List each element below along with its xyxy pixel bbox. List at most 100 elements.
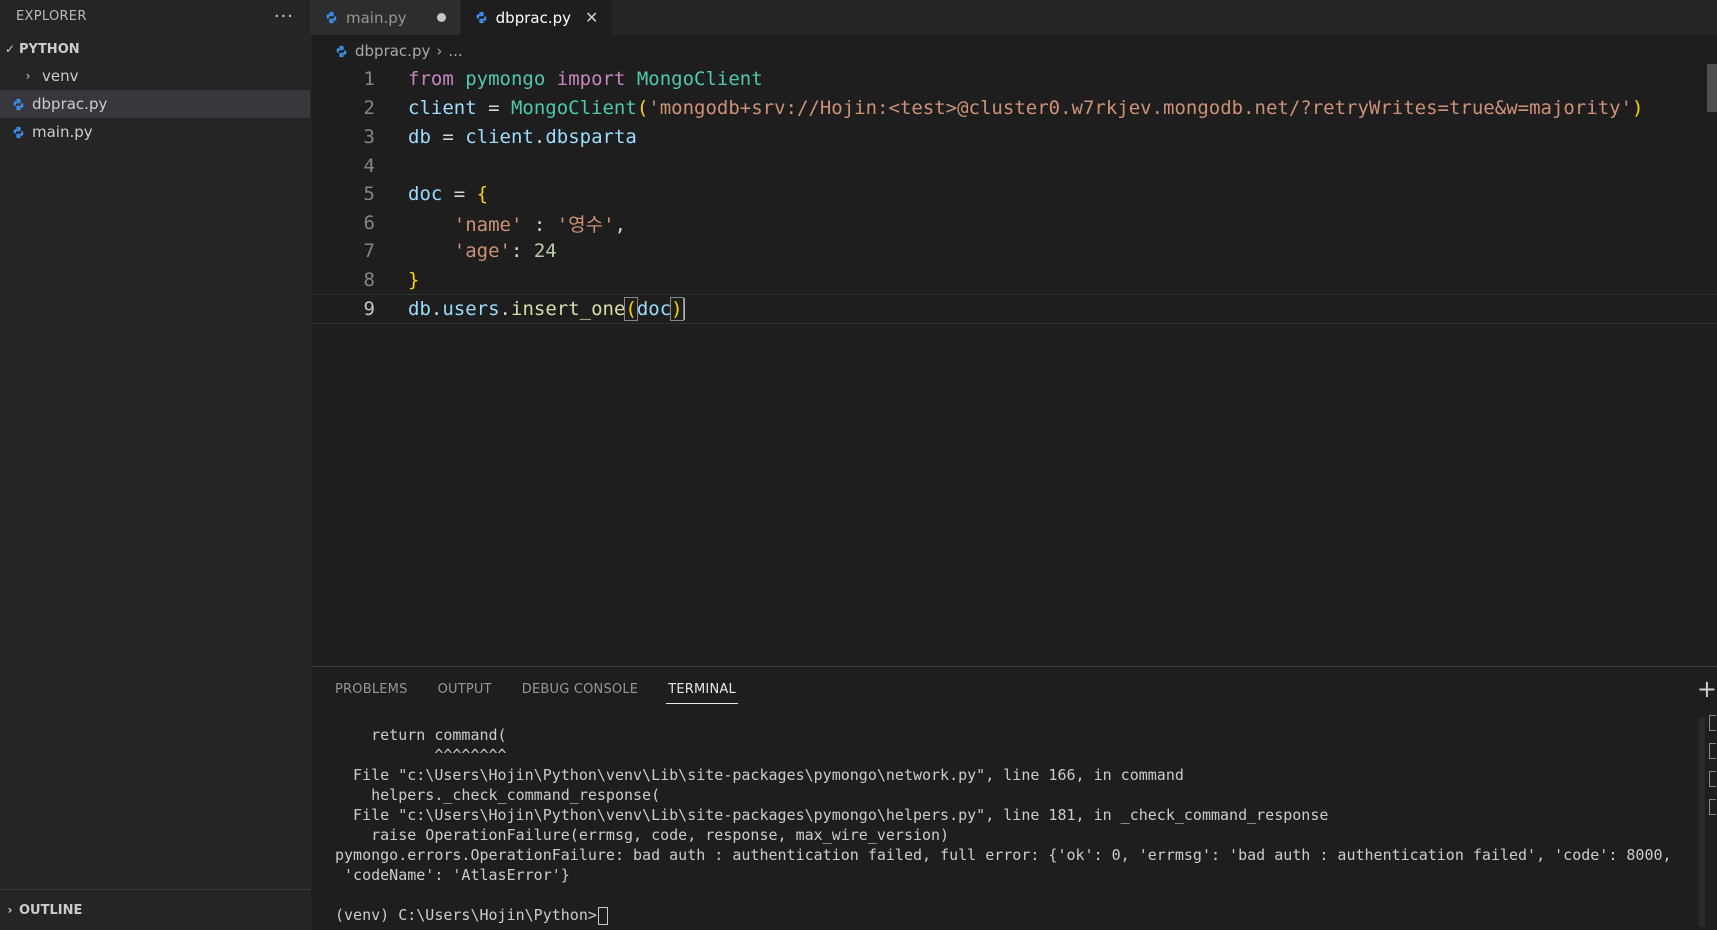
ellipsis-icon[interactable]: ···: [274, 6, 294, 27]
code-token: from: [408, 68, 454, 90]
terminal-list: [1709, 715, 1717, 827]
code-token: .: [430, 297, 443, 320]
chevron-right-icon: ›: [7, 903, 13, 917]
tree-item-dbprac[interactable]: dbprac.py: [0, 90, 310, 118]
terminal-instance-icon[interactable]: [1709, 715, 1716, 731]
code-token: client: [408, 97, 477, 119]
python-file-icon: [336, 45, 347, 57]
tab-debug-console[interactable]: DEBUG CONSOLE: [522, 667, 638, 712]
code-token: ,: [614, 213, 627, 236]
editor-tabs: main.py dbprac.py ✕: [311, 0, 1717, 35]
explorer-title: EXPLORER: [16, 8, 87, 24]
line-number: 9: [363, 298, 375, 320]
close-icon[interactable]: ✕: [585, 8, 598, 27]
code-line-current: 9 db.users.insert_one(doc): [311, 294, 1717, 324]
line-number: 8: [363, 269, 375, 291]
tree-item-venv[interactable]: › venv: [0, 62, 310, 90]
code-token: :: [522, 213, 557, 236]
bottom-panel: PROBLEMS OUTPUT DEBUG CONSOLE TERMINAL +…: [311, 666, 1717, 930]
explorer-sidebar: EXPLORER ··· ✓ PYTHON › venv dbprac.py m…: [0, 0, 314, 930]
code-token: ): [670, 296, 684, 321]
tab-output[interactable]: OUTPUT: [438, 667, 492, 712]
terminal-output[interactable]: return command( ^^^^^^^^ File "c:\Users\…: [335, 725, 1677, 925]
line-number: 2: [363, 97, 375, 119]
code-line: 4: [311, 152, 1717, 180]
terminal-prompt: (venv) C:\Users\Hojin\Python>: [335, 906, 597, 924]
terminal-line: raise OperationFailure(errmsg, code, res…: [335, 826, 950, 844]
terminal-line: File "c:\Users\Hojin\Python\venv\Lib\sit…: [335, 806, 1329, 824]
code-token: =: [476, 97, 511, 119]
code-token: MongoClient: [510, 97, 637, 119]
tree-item-label: dbprac.py: [32, 95, 108, 113]
panel-tabs: PROBLEMS OUTPUT DEBUG CONSOLE TERMINAL: [311, 667, 1717, 712]
tab-dbprac-py[interactable]: dbprac.py ✕: [460, 0, 614, 35]
tab-label: dbprac.py: [495, 8, 571, 27]
code-line: 2 client = MongoClient('mongodb+srv://Ho…: [311, 94, 1717, 122]
terminal-line: ​: [335, 885, 1677, 905]
terminal-line: pymongo.errors.OperationFailure: bad aut…: [335, 846, 1672, 864]
code-line: 8 }: [311, 266, 1717, 294]
tab-main-py[interactable]: main.py: [311, 0, 461, 35]
python-file-icon: [13, 126, 24, 138]
code-token: =: [430, 126, 466, 148]
folder-section-python[interactable]: ✓ PYTHON: [0, 36, 310, 62]
line-number: 4: [363, 155, 375, 177]
tab-terminal[interactable]: TERMINAL: [666, 667, 738, 712]
code-token: MongoClient: [636, 68, 763, 90]
terminal-scrollbar[interactable]: [1699, 717, 1705, 927]
chevron-right-icon: ›: [436, 42, 443, 60]
editor-scrollbar[interactable]: [1707, 64, 1717, 112]
code-token: insert_one: [511, 297, 626, 320]
terminal-line: File "c:\Users\Hojin\Python\venv\Lib\sit…: [335, 766, 1184, 784]
unsaved-dot-icon[interactable]: [436, 13, 446, 22]
code-editor[interactable]: 1 from pymongo import MongoClient 2 clie…: [311, 64, 1717, 664]
outline-label: OUTLINE: [19, 902, 83, 918]
terminal-line: ^^^^^^^^: [335, 746, 507, 764]
code-line: 1 from pymongo import MongoClient: [311, 65, 1717, 93]
code-token: =: [442, 183, 477, 205]
code-token: pymongo: [465, 68, 546, 90]
code-token: .: [533, 126, 546, 148]
code-token: '영수': [556, 213, 615, 236]
code-line: 5 doc = {: [311, 180, 1717, 208]
terminal-prompt-line: (venv) C:\Users\Hojin\Python>: [335, 905, 1677, 925]
code-token: doc: [408, 183, 443, 205]
code-token: :: [510, 240, 534, 262]
line-number: 6: [363, 212, 375, 234]
code-line: 6 'name' : '영수',: [311, 209, 1717, 237]
code-token: client: [465, 126, 534, 148]
tree-item-main[interactable]: main.py: [0, 118, 310, 146]
code-token: 'name': [453, 213, 523, 236]
python-file-icon: [13, 98, 24, 110]
code-token: ): [1632, 97, 1644, 119]
terminal-instance-icon[interactable]: [1709, 771, 1716, 787]
outline-section[interactable]: › OUTLINE: [0, 889, 314, 930]
section-label: PYTHON: [19, 41, 80, 57]
terminal-line: 'codeName': 'AtlasError'}: [335, 866, 570, 884]
plus-icon[interactable]: +: [1697, 675, 1717, 703]
terminal-line: return command(: [335, 726, 507, 744]
code-token: import: [556, 68, 626, 90]
code-token: 'mongodb+srv://Hojin:<test>@cluster0.w7r…: [648, 97, 1633, 119]
line-number: 5: [363, 183, 375, 205]
code-token: (: [636, 97, 649, 119]
code-token: .: [499, 297, 511, 320]
python-file-icon: [326, 11, 337, 24]
code-token: 'age': [453, 240, 511, 262]
tree-item-label: venv: [42, 67, 79, 85]
tab-problems[interactable]: PROBLEMS: [335, 667, 408, 712]
code-line: 7 'age': 24: [311, 237, 1717, 265]
line-number: 1: [363, 68, 375, 90]
code-token: dbsparta: [545, 126, 637, 148]
code-token: {: [476, 183, 489, 205]
terminal-instance-icon[interactable]: [1709, 799, 1716, 815]
breadcrumb-file[interactable]: dbprac.py: [355, 42, 430, 60]
terminal-instance-icon[interactable]: [1709, 743, 1716, 759]
terminal-line: helpers._check_command_response(: [335, 786, 661, 804]
code-token: db: [408, 126, 431, 148]
code-token: (: [624, 296, 638, 321]
code-token: 24: [533, 240, 557, 262]
breadcrumb-symbols[interactable]: ...: [448, 42, 462, 60]
explorer-header: EXPLORER ···: [0, 0, 310, 32]
breadcrumb: dbprac.py › ...: [311, 38, 463, 64]
